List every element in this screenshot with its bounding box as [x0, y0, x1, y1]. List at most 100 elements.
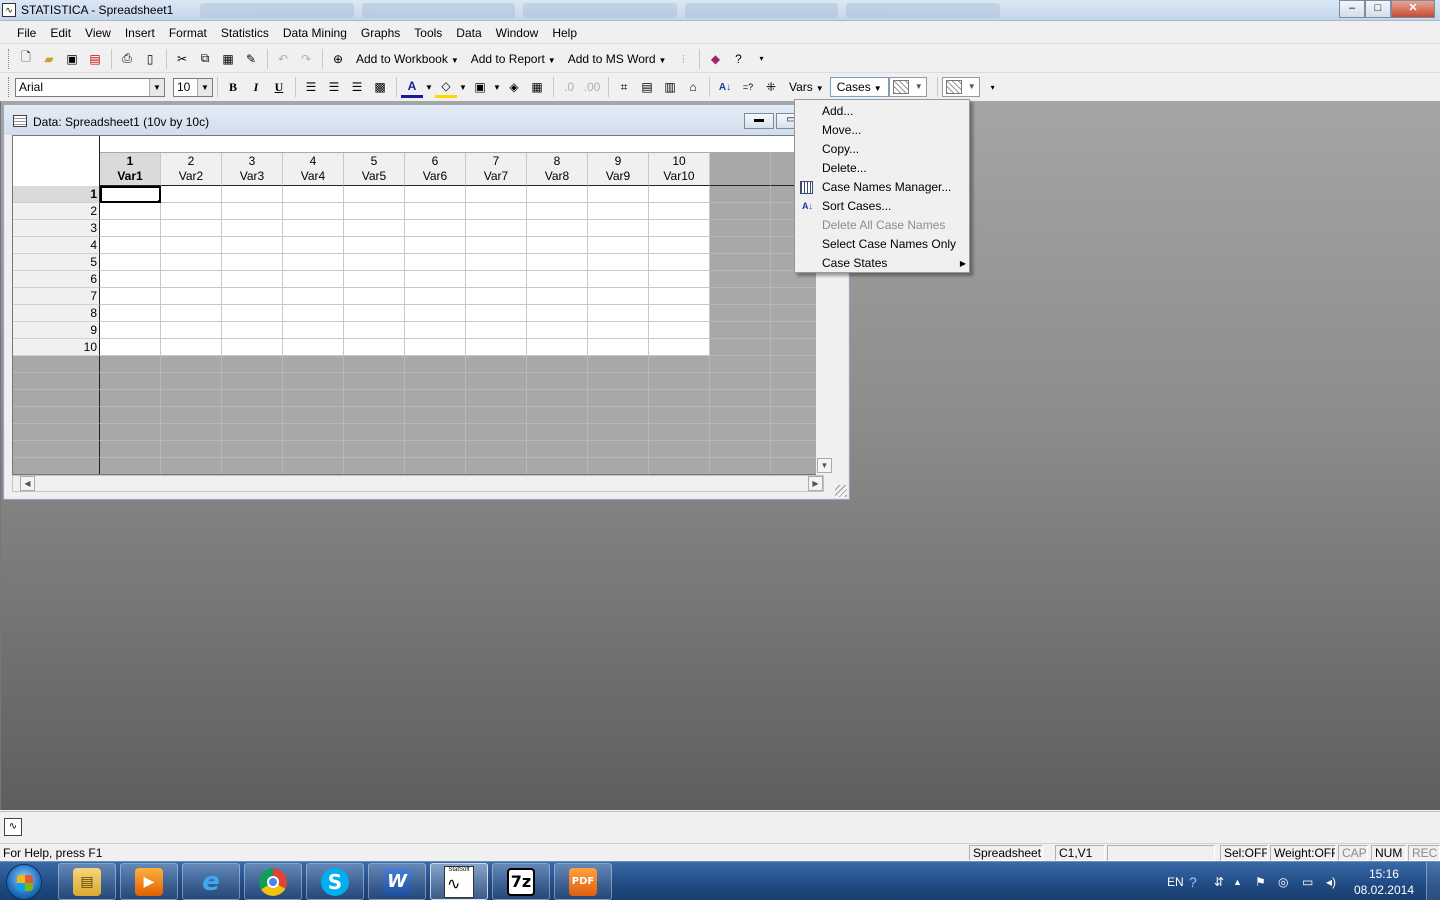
data-cell[interactable] [344, 203, 405, 220]
toolbar-options-icon[interactable]: ▾ [986, 76, 1000, 98]
menu-format[interactable]: Format [160, 26, 212, 40]
data-cell[interactable] [649, 305, 710, 322]
data-cell[interactable] [161, 186, 222, 203]
italic-button[interactable]: I [245, 76, 267, 98]
row-header[interactable]: 4 [13, 237, 100, 254]
find-binoculars-icon[interactable]: ⊕ [327, 48, 349, 70]
column-header[interactable]: 4 Var4 [283, 153, 344, 186]
add-to-report-button[interactable]: Add to Report ▼ [465, 52, 562, 66]
data-cell[interactable] [649, 254, 710, 271]
volume-icon[interactable]: ◂) [1326, 862, 1336, 900]
data-cell[interactable] [527, 237, 588, 254]
data-cell[interactable] [405, 322, 466, 339]
taskbar-word[interactable]: W [368, 863, 426, 900]
column-header[interactable]: 10 Var10 [649, 153, 710, 186]
data-cell[interactable] [344, 237, 405, 254]
data-cell[interactable] [466, 220, 527, 237]
spreadsheet-titlebar[interactable]: Data: Spreadsheet1 (10v by 10c) ▬ ▭ [4, 105, 849, 135]
data-cell[interactable] [588, 288, 649, 305]
minimize-button[interactable]: – [1339, 0, 1365, 18]
taskbar-chrome[interactable] [244, 863, 302, 900]
row-header[interactable]: 9 [13, 322, 100, 339]
column-header[interactable]: 6 Var6 [405, 153, 466, 186]
print-preview-icon[interactable]: ▯ [139, 48, 161, 70]
data-cell[interactable] [588, 203, 649, 220]
data-cell[interactable] [527, 305, 588, 322]
data-cell[interactable] [161, 254, 222, 271]
data-cell[interactable] [405, 254, 466, 271]
fill-color-icon[interactable]: ◇ [435, 76, 457, 98]
cases-menu-button[interactable]: Cases ▼ [829, 77, 889, 97]
select-cases-icon[interactable]: ⁜ [760, 76, 782, 98]
menu-data-mining[interactable]: Data Mining [274, 26, 352, 40]
data-cell[interactable] [588, 237, 649, 254]
toolbar-grip[interactable] [8, 77, 11, 97]
data-cell[interactable] [344, 254, 405, 271]
data-cell[interactable] [405, 288, 466, 305]
data-cell[interactable] [527, 322, 588, 339]
data-cell[interactable] [649, 322, 710, 339]
data-cell[interactable] [283, 305, 344, 322]
scroll-right-arrow-icon[interactable]: ▶ [808, 476, 823, 491]
sort-az-icon[interactable]: A↓ [714, 76, 736, 98]
data-cell[interactable] [222, 339, 283, 356]
data-cell[interactable] [649, 237, 710, 254]
data-cell[interactable] [466, 203, 527, 220]
menu-window[interactable]: Window [487, 26, 544, 40]
print-icon[interactable]: ⎙ [116, 48, 138, 70]
scroll-left-arrow-icon[interactable]: ◀ [20, 476, 35, 491]
start-button[interactable] [6, 864, 42, 900]
data-cell[interactable] [466, 288, 527, 305]
spreadsheet-minimize-button[interactable]: ▬ [744, 113, 774, 129]
data-cell[interactable] [161, 237, 222, 254]
data-cell[interactable] [283, 271, 344, 288]
data-cell[interactable] [527, 220, 588, 237]
taskbar-pdf[interactable]: PDF [554, 863, 612, 900]
variable-specs-icon[interactable]: ▤ [636, 76, 658, 98]
grid-corner[interactable] [13, 136, 100, 186]
statistica-mini-icon[interactable]: ∿ [4, 818, 22, 836]
tag-icon[interactable]: ◈ [503, 76, 525, 98]
align-right-icon[interactable]: ☰ [346, 76, 368, 98]
column-header[interactable]: 1 Var1 [100, 153, 161, 186]
menu-view[interactable]: View [76, 26, 116, 40]
font-size-select[interactable]: 10 ▼ [173, 77, 213, 97]
column-header[interactable]: 5 Var5 [344, 153, 405, 186]
data-cell[interactable] [466, 271, 527, 288]
menu-item-add[interactable]: Add... [795, 102, 969, 121]
data-cell[interactable] [222, 322, 283, 339]
data-cell[interactable] [649, 288, 710, 305]
help-tray-icon[interactable]: ? [1189, 862, 1197, 900]
chevron-down-icon[interactable]: ▼ [197, 78, 212, 96]
data-cell[interactable] [527, 203, 588, 220]
data-cell[interactable] [588, 339, 649, 356]
data-cell[interactable] [344, 305, 405, 322]
language-indicator[interactable]: EN [1167, 862, 1184, 900]
menu-item-sort-cases[interactable]: A↓ Sort Cases... [795, 197, 969, 216]
data-cell[interactable] [649, 339, 710, 356]
data-cell[interactable] [283, 186, 344, 203]
increase-decimal-icon[interactable]: .0 [558, 76, 580, 98]
row-header[interactable]: 10 [13, 339, 100, 356]
underline-button[interactable]: U [268, 76, 290, 98]
menu-edit[interactable]: Edit [41, 26, 76, 40]
menu-graphs[interactable]: Graphs [352, 26, 405, 40]
column-header[interactable]: 8 Var8 [527, 153, 588, 186]
data-cell[interactable] [405, 186, 466, 203]
taskbar-7zip[interactable]: 7z [492, 863, 550, 900]
data-cell[interactable] [222, 203, 283, 220]
taskbar-statistica[interactable]: StatSoft ∿ [430, 863, 488, 900]
action-center-flag-icon[interactable]: ⚑ [1255, 862, 1266, 900]
case-specs-icon[interactable]: ▥ [659, 76, 681, 98]
data-cell[interactable] [222, 305, 283, 322]
save-icon[interactable]: ▣ [61, 48, 83, 70]
chevron-down-icon[interactable]: ▼ [424, 76, 434, 98]
paste-icon[interactable]: ▦ [217, 48, 239, 70]
menu-item-select-case-names-only[interactable]: Select Case Names Only [795, 235, 969, 254]
data-cell[interactable] [161, 203, 222, 220]
data-cell[interactable] [161, 288, 222, 305]
taskbar-media-player[interactable]: ▶ [120, 863, 178, 900]
align-center-icon[interactable]: ☰ [323, 76, 345, 98]
cut-icon[interactable]: ✂ [171, 48, 193, 70]
book-icon[interactable]: ◆ [704, 48, 726, 70]
